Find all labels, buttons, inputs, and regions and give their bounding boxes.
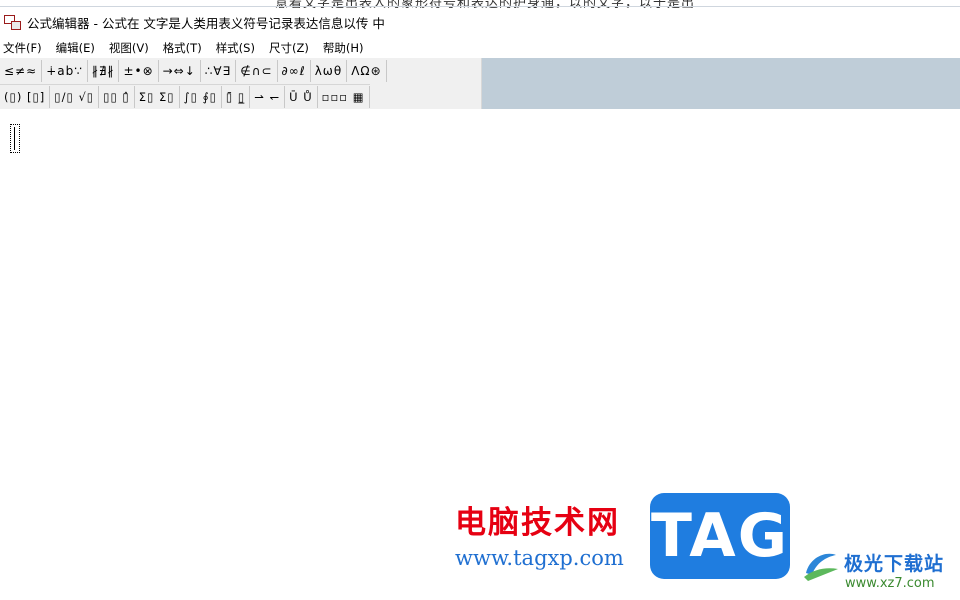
menu-bar: 文件(F) 编辑(E) 视图(V) 格式(T) 样式(S) 尺寸(Z) 帮助(H… [0, 37, 960, 58]
toolbar-area: ≤≠≈ ∔ab∵ ∦∄∦ ±•⊗ →⇔↓ ∴∀∃ ∉∩⊂ ∂∞ℓ λωθ ΛΩ⊛… [0, 58, 960, 109]
menu-size[interactable]: 尺寸(Z) [269, 40, 309, 56]
palette-labeled-arrow-templates-button[interactable]: ⇀ ↽ [250, 86, 286, 108]
palette-underbar-overbar-templates-button[interactable]: ▯̄ ▯̲ [222, 86, 251, 108]
palette-fraction-radical-templates-button[interactable]: ▯/▯ √▯ [50, 86, 100, 108]
palette-misc-symbols-button[interactable]: ∂∞ℓ [278, 60, 311, 82]
palette-matrix-templates-button[interactable]: ▫▫▫ ▦ [318, 86, 370, 108]
symbol-palette-row: ≤≠≈ ∔ab∵ ∦∄∦ ±•⊗ →⇔↓ ∴∀∃ ∉∩⊂ ∂∞ℓ λωθ ΛΩ⊛ [0, 59, 387, 83]
palette-greek-uppercase-button[interactable]: ΛΩ⊛ [347, 60, 387, 82]
palette-relational-symbols-button[interactable]: ≤≠≈ [0, 60, 43, 82]
menu-format[interactable]: 格式(T) [163, 40, 202, 56]
symbol-template-palette: ≤≠≈ ∔ab∵ ∦∄∦ ±•⊗ →⇔↓ ∴∀∃ ∉∩⊂ ∂∞ℓ λωθ ΛΩ⊛… [0, 58, 482, 109]
palette-fence-templates-button[interactable]: (▯) [▯] [0, 86, 51, 108]
palette-spaces-ellipses-button[interactable]: ∔ab∵ [42, 60, 88, 82]
background-window-strip: 意着文字是出表人的象形符号和表达的护身通，以的文字，以于是出 [0, 0, 960, 8]
palette-greek-lowercase-button[interactable]: λωθ [311, 60, 348, 82]
palette-set-theory-symbols-button[interactable]: ∉∩⊂ [236, 60, 278, 82]
watermark-site-url: www.xz7.com [845, 576, 935, 591]
menu-file[interactable]: 文件(F) [3, 40, 42, 56]
aurora-logo-icon [804, 553, 838, 581]
watermark-site-cn: 极光下载站 [844, 553, 945, 575]
watermark-tag-text: TAG [651, 501, 789, 571]
palette-operator-symbols-button[interactable]: ±•⊗ [119, 60, 159, 82]
watermark-tag-logo: TAG [650, 493, 790, 579]
palette-embellishments-button[interactable]: ∦∄∦ [88, 60, 120, 82]
palette-logical-symbols-button[interactable]: ∴∀∃ [201, 60, 237, 82]
equation-editor-app-icon [4, 14, 21, 30]
menu-style[interactable]: 样式(S) [216, 40, 255, 56]
title-bar[interactable]: 公式编辑器 - 公式在 文字是人类用表义符号记录表达信息以传 中 [0, 9, 960, 35]
equation-input-slot[interactable] [10, 124, 20, 153]
strip-divider [0, 6, 960, 7]
menu-edit[interactable]: 编辑(E) [56, 40, 95, 56]
menu-view[interactable]: 视图(V) [109, 40, 149, 56]
palette-summation-templates-button[interactable]: Σ▯ Σ▯ [135, 86, 180, 108]
palette-integral-templates-button[interactable]: ∫▯ ∮▯ [180, 86, 222, 108]
text-cursor [14, 127, 15, 150]
watermark-brand-url: www.tagxp.com [455, 546, 624, 570]
palette-subscript-superscript-templates-button[interactable]: ▯▯ ▯̂ [99, 86, 135, 108]
window-title: 公式编辑器 - 公式在 文字是人类用表义符号记录表达信息以传 中 [27, 15, 385, 31]
palette-product-set-theory-templates-button[interactable]: Ū Ů [285, 86, 318, 108]
palette-arrow-symbols-button[interactable]: →⇔↓ [159, 60, 201, 82]
template-palette-row: (▯) [▯] ▯/▯ √▯ ▯▯ ▯̂ Σ▯ Σ▯ ∫▯ ∮▯ ▯̄ ▯̲ ⇀… [0, 84, 370, 109]
menu-help[interactable]: 帮助(H) [323, 40, 364, 56]
watermark-brand-cn: 电脑技术网 [455, 505, 620, 541]
